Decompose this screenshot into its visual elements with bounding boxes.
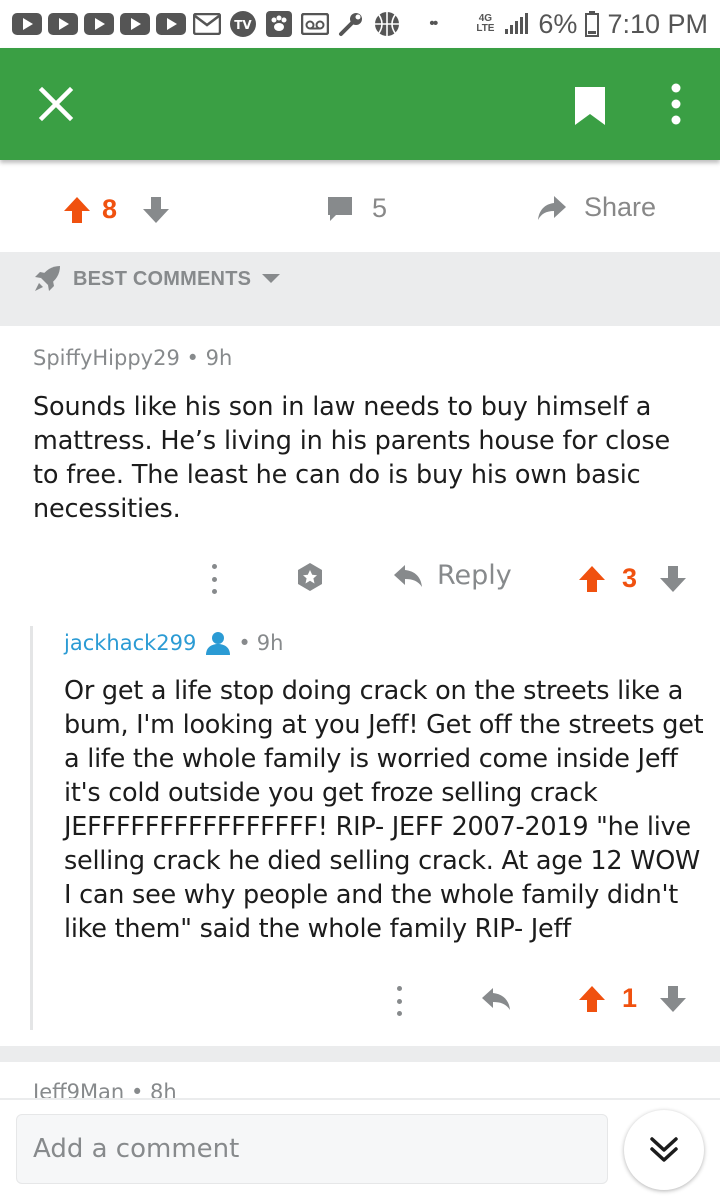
comment-author[interactable]: jackhack299 (64, 631, 196, 655)
comment-meta: jackhack299 • 9h (64, 630, 283, 656)
svg-text:TV: TV (234, 18, 252, 32)
comment-count: 5 (372, 193, 388, 223)
more-notifications-icon: •• (429, 15, 438, 32)
gmail-icon (192, 13, 222, 35)
double-chevron-down-icon (650, 1137, 678, 1162)
comment-score: 3 (622, 563, 638, 593)
post-vote: 8 (62, 194, 171, 225)
more-vertical-icon[interactable] (395, 986, 403, 1016)
comment-body: Sounds like his son in law needs to buy … (33, 392, 671, 524)
separator-dot: • (130, 1080, 150, 1100)
comment-author[interactable]: Jeff9Man (33, 1080, 124, 1100)
more-vertical-icon[interactable] (210, 564, 218, 594)
app-bar (0, 48, 720, 160)
voicemail-icon (300, 13, 330, 35)
comment-composer: Add a comment (0, 1098, 720, 1196)
reply-icon[interactable] (481, 986, 511, 1012)
post-score: 8 (102, 194, 118, 224)
youtube-notification-icon (156, 13, 186, 35)
comment-icon (328, 196, 352, 221)
network-type-icon: 4G LTE (476, 13, 495, 34)
youtube-notification-icon (12, 13, 42, 35)
sort-label: BEST COMMENTS (73, 268, 252, 290)
signal-icon (505, 13, 529, 34)
comment-age: 9h (205, 346, 233, 370)
comment-divider (0, 1046, 720, 1062)
chevron-down-icon (262, 274, 280, 283)
add-comment-input[interactable]: Add a comment (16, 1114, 608, 1184)
comment-actions: Reply 3 (0, 556, 720, 600)
battery-icon (585, 11, 600, 37)
upvote-icon[interactable] (62, 195, 92, 225)
comment-age: 9h (256, 631, 284, 655)
clock: 7:10 PM (607, 8, 708, 39)
share-button[interactable]: Share (536, 192, 656, 223)
comment-meta: SpiffyHippy29 • 9h (33, 346, 232, 370)
reply-label: Reply (437, 560, 512, 591)
post-action-row: 8 5 Share (0, 160, 720, 252)
youtube-notification-icon (84, 13, 114, 35)
basketball-icon (372, 12, 402, 36)
downvote-icon[interactable] (141, 195, 171, 225)
comment-author[interactable]: SpiffyHippy29 (33, 346, 180, 370)
youtube-notification-icon (48, 13, 78, 35)
comment-body: Or get a life stop doing crack on the st… (64, 676, 704, 944)
share-icon (538, 195, 566, 220)
share-label: Share (584, 192, 657, 222)
comment-actions: 1 (0, 978, 720, 1022)
status-bar: TV •• 4G LTE 6% 7:10 PM (0, 0, 720, 48)
wrench-icon (336, 13, 366, 36)
reply-icon (394, 564, 422, 587)
comments-button[interactable]: 5 (326, 193, 387, 224)
paw-icon (264, 11, 294, 37)
downvote-icon[interactable] (658, 564, 688, 594)
user-icon (206, 632, 231, 655)
rocket-icon (35, 266, 60, 291)
downvote-icon[interactable] (658, 984, 688, 1014)
award-icon[interactable] (295, 562, 325, 592)
upvote-icon[interactable] (577, 984, 607, 1014)
tv-icon: TV (228, 11, 258, 37)
next-comment-button[interactable] (624, 1110, 704, 1190)
battery-percent: 6% (538, 8, 578, 39)
thread-line (30, 626, 33, 1030)
reply-button[interactable]: Reply (393, 560, 512, 591)
separator-dot: • (186, 346, 206, 370)
bookmark-icon[interactable] (574, 86, 606, 126)
upvote-icon[interactable] (577, 564, 607, 594)
close-icon[interactable] (36, 84, 76, 124)
comment-meta: Jeff9Man • 8h (33, 1080, 177, 1100)
comment-score: 1 (622, 983, 638, 1013)
more-vertical-icon[interactable] (660, 82, 692, 126)
youtube-notification-icon (120, 13, 150, 35)
comment-sort-bar[interactable]: BEST COMMENTS (0, 252, 720, 326)
separator-dot: • (238, 631, 251, 655)
comment-age: 8h (150, 1080, 177, 1100)
